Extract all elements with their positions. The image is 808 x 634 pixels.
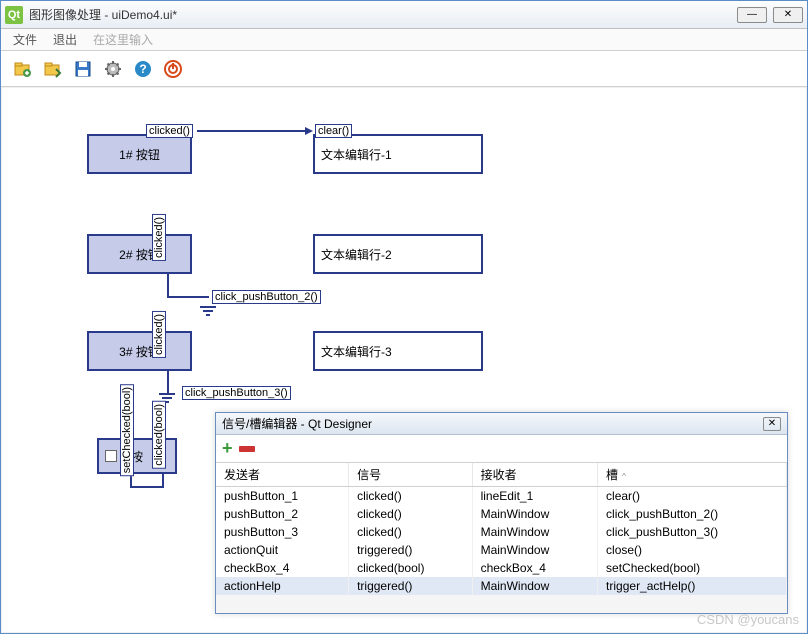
folder-arrow-icon[interactable] [39,55,67,83]
checkbox-box-icon [105,450,117,462]
header-sender[interactable]: 发送者 [216,463,349,487]
editor-toolbar: + [216,435,787,463]
cell-slot: trigger_actHelp() [598,577,787,595]
pushbutton-3[interactable]: 3# 按钮 [87,331,192,371]
window-title: 图形图像处理 - uiDemo4.ui* [29,6,737,23]
table-row[interactable]: actionHelptriggered()MainWindowtrigger_a… [216,577,787,595]
table-row[interactable]: pushButton_1clicked()lineEdit_1clear() [216,487,787,506]
lineedit-2[interactable]: 文本编辑行-2 [313,234,483,274]
editor-title-text: 信号/槽编辑器 - Qt Designer [222,415,763,432]
cell-sender: pushButton_3 [216,523,349,541]
pushbutton-2[interactable]: 2# 按钮 [87,234,192,274]
arrow-icon [305,127,313,135]
slot-label-click-pb3: click_pushButton_3() [182,386,291,400]
titlebar[interactable]: Qt 图形图像处理 - uiDemo4.ui* — ✕ [1,1,807,29]
slot-label-setchecked: setChecked(bool) [120,384,134,476]
slot-label-click-pb2: click_pushButton_2() [212,290,321,304]
menu-quit[interactable]: 退出 [45,29,85,50]
power-icon[interactable] [159,55,187,83]
wire [167,296,209,298]
remove-connection-icon[interactable] [239,446,255,452]
signal-label-clicked-2: clicked() [152,214,166,261]
connections-table: 发送者 信号 接收者 槽^ pushButton_1clicked()lineE… [216,463,787,595]
menu-type-here[interactable]: 在这里输入 [85,29,161,50]
save-icon[interactable] [69,55,97,83]
signal-label-clicked-1: clicked() [146,124,193,138]
signal-label-clicked-3: clicked() [152,311,166,358]
signal-label-clicked-bool: clicked(bool) [152,401,166,469]
editor-titlebar[interactable]: 信号/槽编辑器 - Qt Designer ✕ [216,413,787,435]
cell-signal: clicked() [349,487,473,506]
cell-sender: pushButton_1 [216,487,349,506]
slot-label-clear: clear() [315,124,352,138]
gear-icon[interactable] [99,55,127,83]
cell-signal: clicked() [349,523,473,541]
main-window: Qt 图形图像处理 - uiDemo4.ui* — ✕ 文件 退出 在这里输入 … [0,0,808,634]
header-signal[interactable]: 信号 [349,463,473,487]
pushbutton-1[interactable]: 1# 按钮 [87,134,192,174]
cell-signal: triggered() [349,577,473,595]
menubar: 文件 退出 在这里输入 [1,29,807,51]
header-slot[interactable]: 槽^ [598,463,787,487]
watermark: CSDN @youcans [697,612,799,627]
cell-slot: setChecked(bool) [598,559,787,577]
design-canvas[interactable]: 1# 按钮 clicked() clear() 文本编辑行-1 2# 按钮 cl… [2,88,806,632]
cell-receiver: checkBox_4 [472,559,597,577]
wire [167,274,169,296]
cell-signal: clicked() [349,505,473,523]
menu-file[interactable]: 文件 [5,29,45,50]
cell-sender: pushButton_2 [216,505,349,523]
folder-plus-icon[interactable] [9,55,37,83]
cell-receiver: MainWindow [472,541,597,559]
table-row[interactable]: pushButton_2clicked()MainWindowclick_pus… [216,505,787,523]
cell-receiver: MainWindow [472,505,597,523]
cell-slot: clear() [598,487,787,506]
wire [162,474,164,488]
cell-signal: triggered() [349,541,473,559]
table-row[interactable]: actionQuittriggered()MainWindowclose() [216,541,787,559]
cell-receiver: MainWindow [472,577,597,595]
add-connection-icon[interactable]: + [222,438,233,459]
lineedit-1[interactable]: 文本编辑行-1 [313,134,483,174]
wire [130,486,164,488]
cell-receiver: MainWindow [472,523,597,541]
header-receiver[interactable]: 接收者 [472,463,597,487]
lineedit-3[interactable]: 文本编辑行-3 [313,331,483,371]
ground-icon [200,306,216,316]
table-row[interactable]: checkBox_4clicked(bool)checkBox_4setChec… [216,559,787,577]
cell-sender: actionQuit [216,541,349,559]
qt-logo-icon: Qt [5,6,23,24]
wire [167,371,169,393]
cell-slot: click_pushButton_2() [598,505,787,523]
cell-sender: checkBox_4 [216,559,349,577]
cell-sender: actionHelp [216,577,349,595]
signal-slot-editor[interactable]: 信号/槽编辑器 - Qt Designer ✕ + 发送者 信号 接收者 槽^ … [215,412,788,614]
cell-receiver: lineEdit_1 [472,487,597,506]
cell-slot: close() [598,541,787,559]
cell-slot: click_pushButton_3() [598,523,787,541]
svg-text:?: ? [139,62,146,76]
minimize-button[interactable]: — [737,7,767,23]
cell-signal: clicked(bool) [349,559,473,577]
table-row[interactable]: pushButton_3clicked()MainWindowclick_pus… [216,523,787,541]
toolbar: ? [1,51,807,87]
close-button[interactable]: ✕ [773,7,803,23]
editor-close-button[interactable]: ✕ [763,417,781,431]
sort-indicator-icon: ^ [622,472,626,481]
wire [197,130,307,132]
help-icon[interactable]: ? [129,55,157,83]
